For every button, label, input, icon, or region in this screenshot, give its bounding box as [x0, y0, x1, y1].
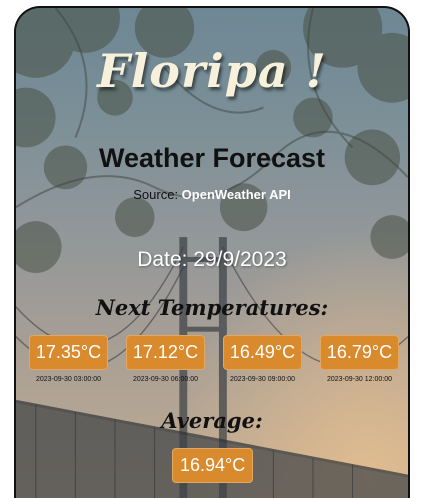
forecast-item: 17.12°C 2023-09-30 06:00:00 [117, 335, 214, 383]
temperature-badge: 16.49°C [222, 335, 303, 370]
forecast-item: 16.79°C 2023-09-30 12:00:00 [311, 335, 408, 383]
app-title: Floripa ! [97, 44, 327, 98]
average-heading: Average: [161, 408, 263, 433]
source-label: Source: [133, 187, 182, 202]
forecast-item: 16.49°C 2023-09-30 09:00:00 [214, 335, 311, 383]
next-temperatures-list: 17.35°C 2023-09-30 03:00:00 17.12°C 2023… [20, 335, 408, 383]
page-subtitle: Weather Forecast [98, 143, 326, 173]
forecast-time: 2023-09-30 12:00:00 [327, 376, 392, 383]
content-overlay: Floripa ! Weather Forecast Source: OpenW… [16, 8, 408, 498]
temperature-badge: 17.35°C [28, 335, 109, 370]
forecast-time: 2023-09-30 03:00:00 [36, 376, 101, 383]
forecast-item: 17.35°C 2023-09-30 03:00:00 [20, 335, 117, 383]
temperature-badge: 16.79°C [319, 335, 400, 370]
weather-card: Floripa ! Weather Forecast Source: OpenW… [14, 6, 410, 498]
average-temperature-badge: 16.94°C [172, 448, 254, 483]
source-line: Source: OpenWeather API [16, 187, 408, 202]
forecast-time: 2023-09-30 09:00:00 [230, 376, 295, 383]
source-link[interactable]: OpenWeather API [182, 187, 291, 202]
forecast-time: 2023-09-30 06:00:00 [133, 376, 198, 383]
next-temperatures-heading: Next Temperatures: [95, 295, 329, 320]
temperature-badge: 17.12°C [125, 335, 206, 370]
date-label: Date: 29/9/2023 [137, 248, 287, 271]
